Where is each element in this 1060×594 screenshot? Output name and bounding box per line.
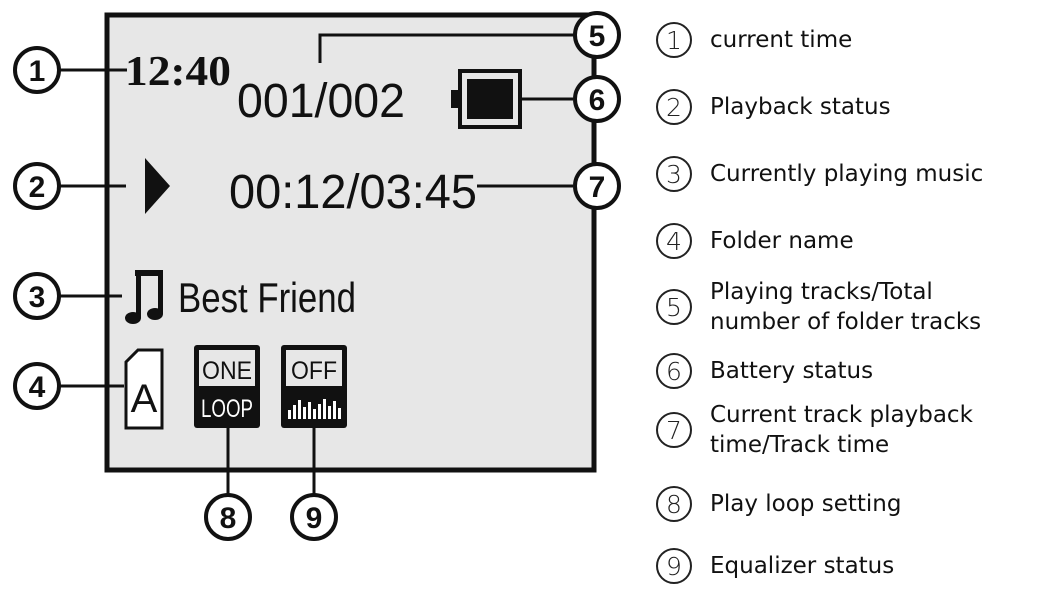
callout-6: 6	[589, 84, 606, 117]
legend-number: 6	[656, 353, 692, 389]
legend-label-line: Current track playback	[710, 402, 973, 428]
legend-number: 9	[656, 548, 692, 584]
legend-number: 5	[656, 289, 692, 325]
legend-label: Current track playback time/Track time	[710, 400, 973, 460]
legend-item-5: 5 Playing tracks/Total number of folder …	[656, 277, 981, 337]
track-count: 001/002	[237, 75, 405, 128]
callout-9: 9	[306, 502, 323, 535]
legend-label: Equalizer status	[710, 553, 895, 579]
callout-3: 3	[29, 281, 46, 314]
legend-label: Play loop setting	[710, 491, 902, 517]
loop-bottom-label: LOOP	[201, 395, 253, 423]
callout-8: 8	[220, 502, 237, 535]
equalizer-icon: OFF	[281, 345, 347, 428]
legend-item-4: 4 Folder name	[656, 223, 854, 259]
legend-label: Folder name	[710, 228, 854, 254]
callout-7: 7	[589, 171, 606, 204]
loop-top-label: ONE	[202, 357, 252, 385]
playback-time: 00:12/03:45	[229, 166, 477, 219]
legend-number: 4	[656, 223, 692, 259]
legend-label: Battery status	[710, 358, 874, 384]
callout-1: 1	[29, 55, 46, 88]
current-time: 12:40	[125, 49, 231, 95]
legend-label: Playing tracks/Total number of folder tr…	[710, 277, 981, 337]
legend-number: 1	[656, 22, 692, 58]
callout-2: 2	[29, 171, 46, 204]
callout-5: 5	[589, 20, 606, 53]
legend-label: current time	[710, 27, 853, 53]
legend-label-line: time/Track time	[710, 432, 890, 458]
legend-label: Currently playing music	[710, 161, 984, 187]
legend-label: Playback status	[710, 94, 891, 120]
legend-item-8: 8 Play loop setting	[656, 486, 901, 522]
eq-label: OFF	[291, 357, 337, 385]
folder-name: A	[131, 377, 158, 421]
legend-label-line: number of folder tracks	[710, 309, 982, 335]
folder-icon: A	[124, 348, 164, 430]
song-title: Best Friend	[178, 274, 356, 321]
legend-item-2: 2 Playback status	[656, 89, 891, 125]
legend-number: 8	[656, 486, 692, 522]
legend-number: 2	[656, 89, 692, 125]
battery-icon	[451, 69, 522, 129]
legend-item-7: 7 Current track playback time/Track time	[656, 400, 973, 460]
legend-item-6: 6 Battery status	[656, 353, 873, 389]
legend-number: 3	[656, 156, 692, 192]
loop-icon: ONE LOOP	[194, 345, 260, 428]
legend-item-1: 1 current time	[656, 22, 852, 58]
legend-label-line: Playing tracks/Total	[710, 279, 933, 305]
callout-4: 4	[29, 371, 46, 404]
legend-item-3: 3 Currently playing music	[656, 156, 983, 192]
legend-item-9: 9 Equalizer status	[656, 548, 894, 584]
legend-number: 7	[656, 412, 692, 448]
